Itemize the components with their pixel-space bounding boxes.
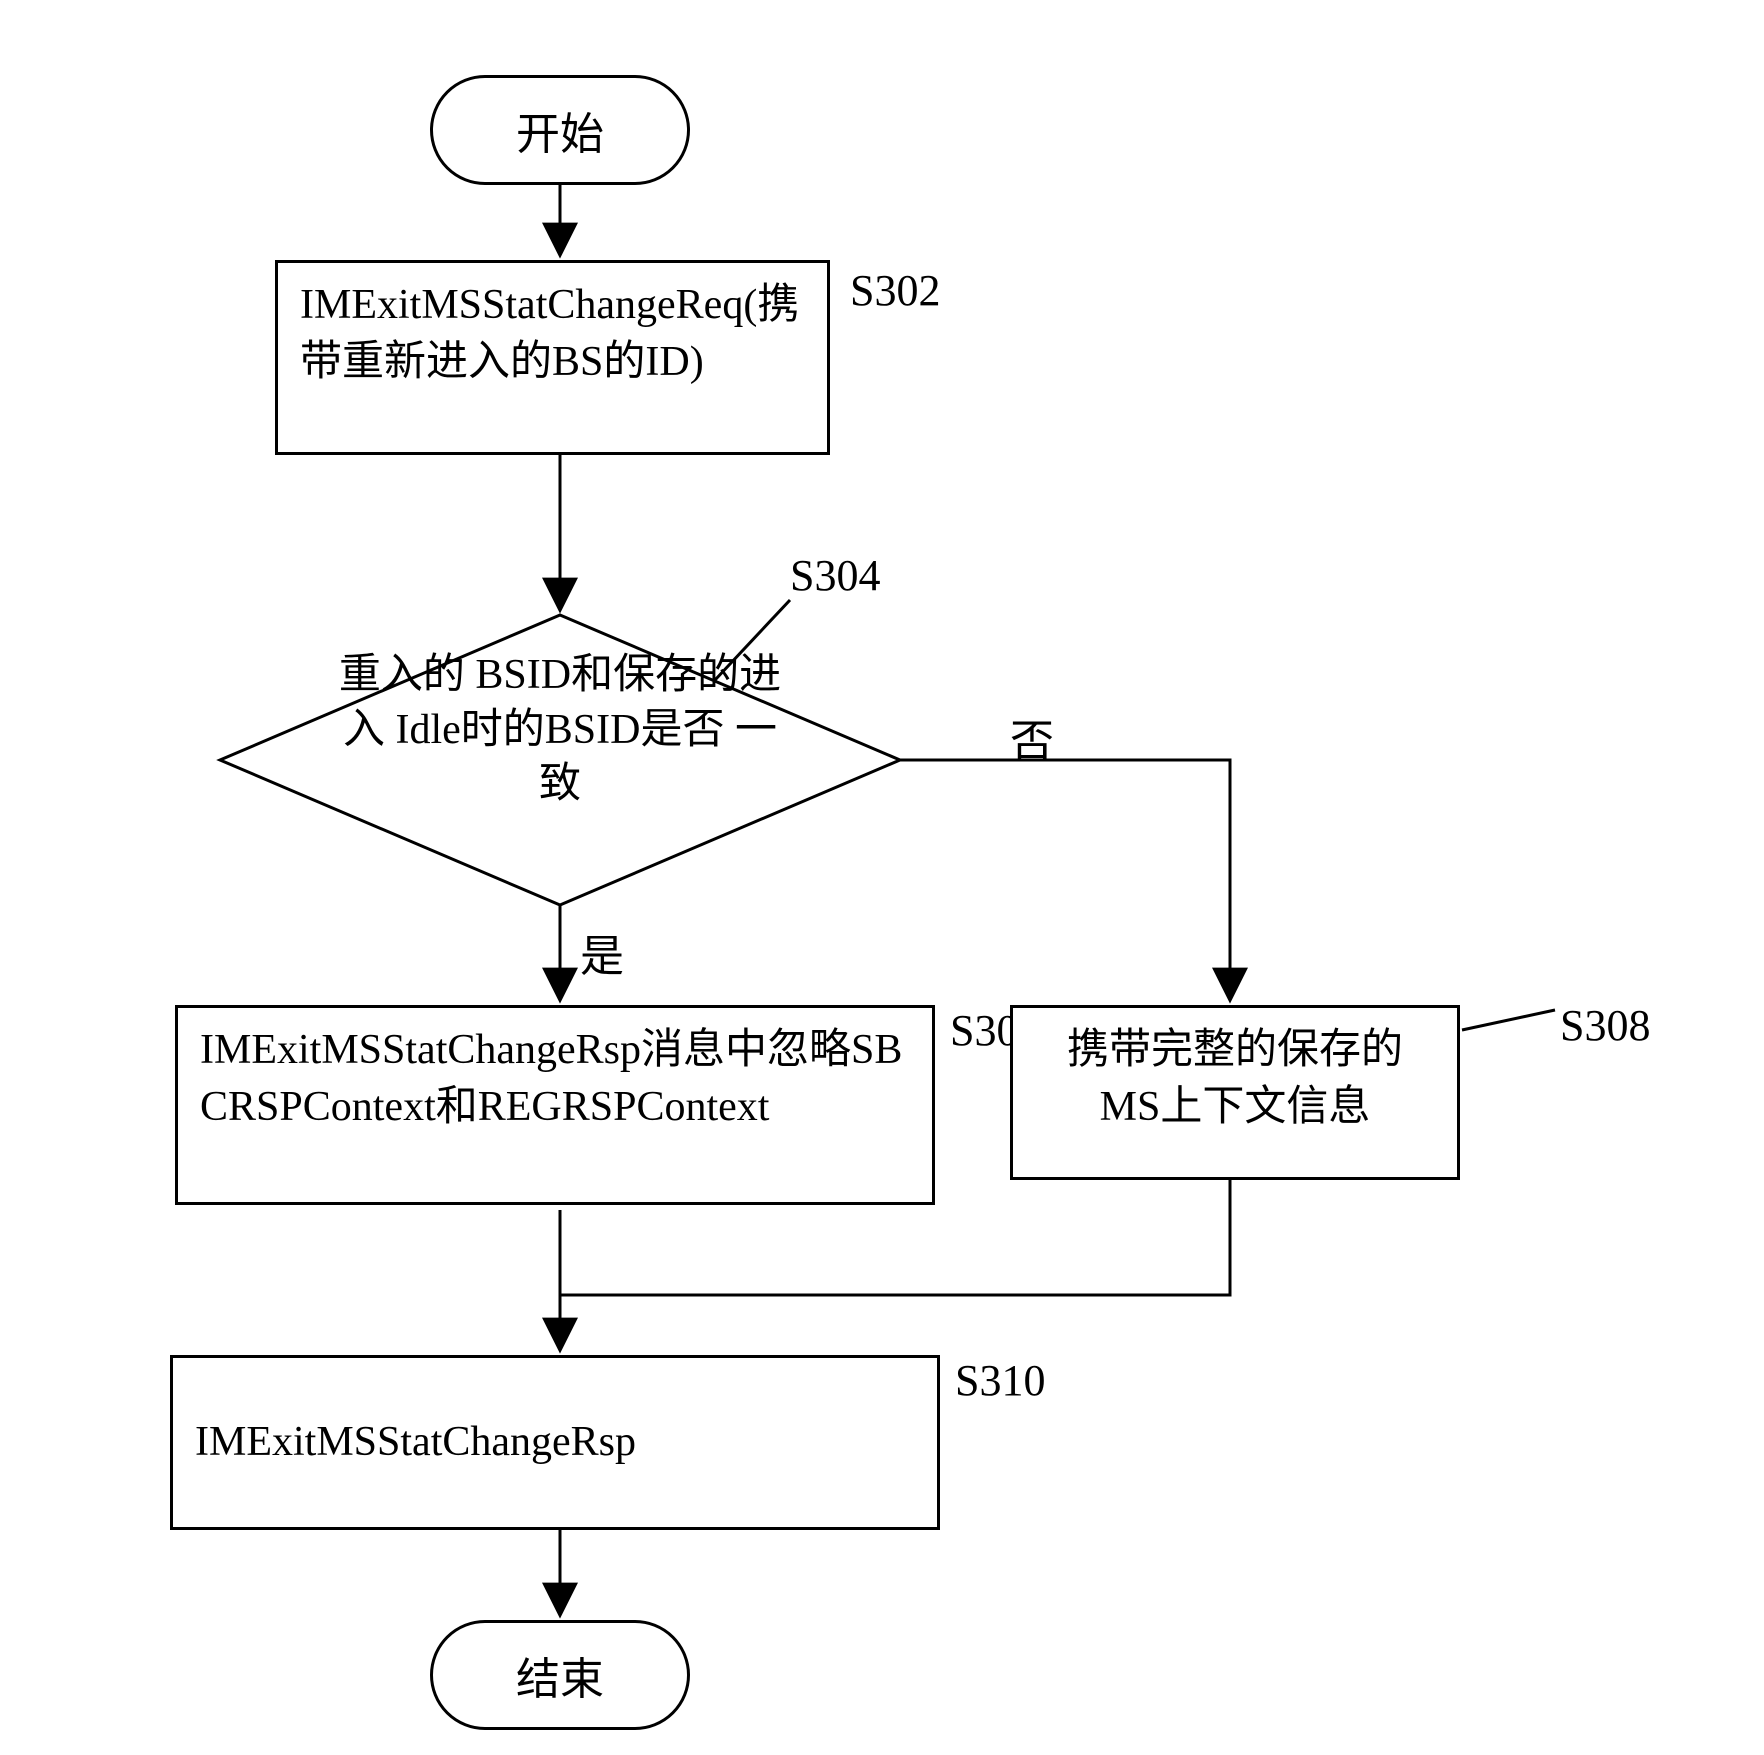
start-terminator: 开始 bbox=[430, 75, 690, 185]
s304-label: S304 bbox=[790, 550, 880, 601]
s304-yes: 是 bbox=[580, 920, 624, 984]
s308-text: 携带完整的保存的 MS上下文信息 bbox=[1035, 1022, 1435, 1135]
s304-text: 重入的 BSID和保存的进入 Idle时的BSID是否 一致 bbox=[325, 648, 795, 812]
end-label: 结束 bbox=[516, 1643, 604, 1707]
s302-label: S302 bbox=[850, 265, 940, 316]
process-s302: IMExitMSStatChangeReq(携带重新进入的BS的ID) bbox=[275, 260, 830, 455]
process-s306: IMExitMSStatChangeRsp消息中忽略SBCRSPContext和… bbox=[175, 1005, 935, 1205]
s304-no: 否 bbox=[1010, 705, 1054, 769]
s310-text: IMExitMSStatChangeRsp bbox=[195, 1414, 636, 1471]
end-terminator: 结束 bbox=[430, 1620, 690, 1730]
process-s310: IMExitMSStatChangeRsp bbox=[170, 1355, 940, 1530]
decision-s304: 重入的 BSID和保存的进入 Idle时的BSID是否 一致 bbox=[325, 648, 795, 812]
s302-text: IMExitMSStatChangeReq(携带重新进入的BS的ID) bbox=[300, 277, 805, 390]
process-s308: 携带完整的保存的 MS上下文信息 bbox=[1010, 1005, 1460, 1180]
start-label: 开始 bbox=[516, 98, 604, 162]
s306-text: IMExitMSStatChangeRsp消息中忽略SBCRSPContext和… bbox=[200, 1022, 910, 1135]
s310-label: S310 bbox=[955, 1355, 1045, 1406]
s308-label: S308 bbox=[1560, 1000, 1650, 1051]
